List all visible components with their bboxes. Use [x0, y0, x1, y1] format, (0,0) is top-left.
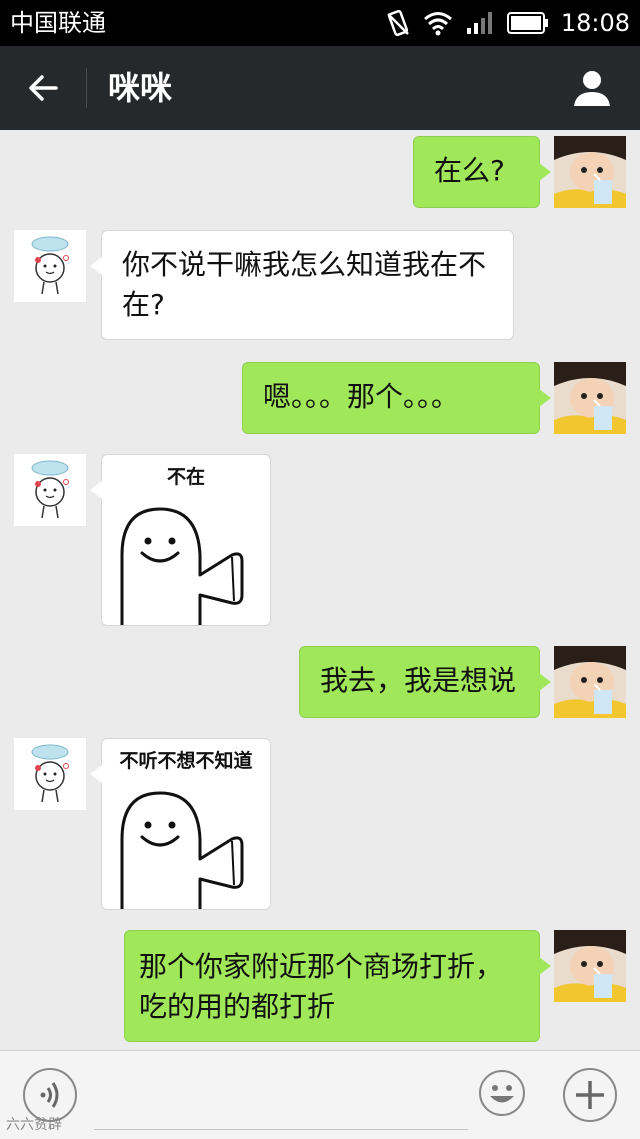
contact-avatar[interactable]: [14, 454, 86, 526]
sticker-caption: 不在: [166, 466, 205, 488]
message-bubble-sent[interactable]: 嗯。。。那个。。。: [242, 362, 551, 434]
message-text-line: 你不说干嘛我怎么知道我在不: [122, 248, 487, 281]
chat-header: 咪咪: [0, 46, 640, 130]
emoji-icon[interactable]: [478, 1069, 526, 1117]
message-input[interactable]: [94, 1063, 468, 1130]
chat-message-list[interactable]: 在么? 你不说干嘛我怎么知道我在不 在? 嗯。。。那个。。。 不在 我去，我是想…: [0, 130, 640, 1050]
my-avatar[interactable]: [554, 136, 626, 208]
battery-icon: [506, 12, 548, 34]
chat-title: 咪咪: [108, 69, 173, 107]
wifi-icon: [423, 12, 452, 36]
blob-sticker-image: [120, 507, 244, 625]
message-bubble-received[interactable]: 你不说干嘛我怎么知道我在不 在?: [90, 230, 514, 340]
profile-icon[interactable]: [570, 66, 614, 110]
my-avatar[interactable]: [554, 930, 626, 1002]
watermark-text: 六六贫辟: [6, 1117, 62, 1133]
clock-time: 18:08: [560, 9, 630, 37]
message-text-line: 那个你家附近那个商场打折，: [139, 950, 504, 983]
blob-sticker-image: [120, 791, 244, 909]
message-text: 我去，我是想说: [320, 664, 517, 697]
my-avatar[interactable]: [554, 646, 626, 718]
my-avatar[interactable]: [554, 362, 626, 434]
carrier-name: 中国联通: [10, 9, 106, 37]
sticker-message[interactable]: 不听不想不知道: [90, 738, 271, 910]
message-text: 你不说干嘛我怎么知道我在不 在?: [102, 231, 513, 339]
contact-avatar[interactable]: [14, 738, 86, 810]
message-bubble-sent[interactable]: 在么?: [413, 136, 551, 208]
message-bubble-sent[interactable]: 那个你家附近那个商场打折， 吃的用的都打折: [124, 930, 551, 1043]
message-text: 嗯。。。那个。。。: [263, 380, 460, 413]
message-text-line: 在?: [122, 288, 165, 321]
contact-avatar[interactable]: [14, 230, 86, 302]
message-input-bar: [0, 1050, 640, 1139]
vibrate-icon: [386, 9, 409, 37]
message-text: 在么?: [434, 154, 505, 187]
back-arrow-icon[interactable]: [22, 66, 66, 110]
header-divider: [86, 68, 87, 108]
message-text: 那个你家附近那个商场打折， 吃的用的都打折: [125, 931, 539, 1043]
sticker-message[interactable]: 不在: [90, 454, 271, 626]
plus-icon[interactable]: [562, 1067, 618, 1123]
message-bubble-sent[interactable]: 我去，我是想说: [299, 646, 551, 718]
status-icons: 18:08: [385, 6, 630, 40]
sticker-caption: 不听不想不知道: [119, 750, 253, 772]
status-bar: 中国联通 18:08: [0, 0, 640, 46]
message-text-line: 吃的用的都打折: [139, 990, 336, 1023]
signal-icon: [466, 12, 492, 34]
